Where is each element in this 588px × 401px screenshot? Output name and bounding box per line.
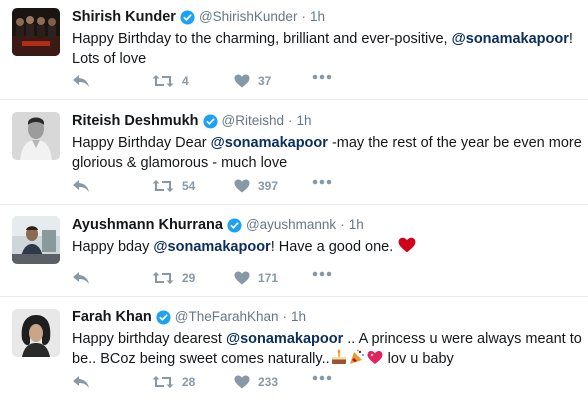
reply-button[interactable] (72, 375, 90, 389)
like-button[interactable]: 397 (234, 179, 278, 193)
mention-link[interactable]: @sonamakapoor (211, 135, 328, 151)
more-button[interactable] (312, 271, 332, 277)
like-count: 397 (258, 179, 279, 193)
like-button[interactable]: 37 (234, 74, 271, 88)
more-icon (312, 375, 332, 381)
tweet-text-segment: Happy birthday dearest (72, 331, 226, 347)
retweet-icon (152, 376, 174, 388)
like-count: 37 (258, 74, 272, 88)
timestamp[interactable]: 1h (310, 8, 325, 26)
display-name[interactable]: Ayushmann Khurrana (72, 216, 223, 234)
cake-emoji-icon (331, 349, 347, 371)
timestamp[interactable]: 1h (296, 112, 311, 130)
tweet-text: Happy Birthday Dear @sonamakapoor -may t… (72, 133, 582, 173)
display-name[interactable]: Farah Khan (72, 308, 152, 326)
reply-icon (73, 180, 89, 192)
like-button[interactable]: 233 (234, 375, 278, 389)
retweet-icon (152, 180, 174, 192)
timestamp[interactable]: 1h (349, 216, 364, 234)
retweet-button[interactable]: 4 (152, 74, 189, 88)
heart-icon (234, 179, 250, 193)
tweet-feed: Shirish Kunder @ShirishKunder · 1h Happy… (0, 0, 588, 401)
user-handle[interactable]: @ayushmannk (246, 216, 336, 234)
timestamp[interactable]: 1h (291, 308, 306, 326)
retweet-icon (152, 272, 174, 284)
reply-button[interactable] (72, 179, 90, 193)
retweet-count: 29 (182, 271, 196, 285)
separator-dot: · (340, 217, 345, 232)
retweet-button[interactable]: 54 (152, 179, 195, 193)
display-name[interactable]: Riteish Deshmukh (72, 112, 199, 130)
tweet-text: Happy bday @sonamakapoor! Have a good on… (72, 237, 574, 259)
tweet-text: Happy Birthday to the charming, brillian… (72, 29, 574, 69)
tweet-text-segment: Happy Birthday to the charming, brillian… (72, 31, 452, 47)
user-handle[interactable]: @ShirishKunder (199, 8, 298, 26)
retweet-icon (152, 75, 174, 87)
tweet-text-line: Lots of love (72, 51, 147, 67)
tweet[interactable]: Shirish Kunder @ShirishKunder · 1h Happy… (0, 0, 588, 100)
more-icon (312, 179, 332, 185)
avatar[interactable] (12, 216, 60, 264)
reply-icon (73, 272, 89, 284)
tweet-text-line: Happy Birthday Dear @sonamakapoor -may t… (72, 133, 582, 153)
separator-dot: · (301, 9, 306, 24)
reply-button[interactable] (72, 74, 90, 88)
retweet-count: 4 (182, 74, 189, 88)
verified-badge-icon (202, 113, 218, 129)
reply-icon (73, 75, 89, 87)
separator-dot: · (287, 113, 293, 128)
heart-emoji-icon (398, 237, 416, 259)
more-button[interactable] (312, 179, 332, 185)
sparkling-heart-emoji-icon (367, 350, 383, 371)
heart-icon (234, 271, 250, 285)
retweet-button[interactable]: 28 (152, 375, 195, 389)
avatar[interactable] (12, 309, 60, 357)
retweet-button[interactable]: 29 (152, 271, 195, 285)
display-name[interactable]: Shirish Kunder (72, 8, 176, 26)
tweet-text-line: Happy birthday dearest @sonamakapoor .. … (72, 329, 582, 349)
tweet[interactable]: Riteish Deshmukh @Riteishd · 1h Happy Bi… (0, 100, 588, 205)
party-popper-emoji-icon (349, 349, 365, 371)
tweet-text: Happy birthday dearest @sonamakapoor .. … (72, 329, 582, 371)
like-count: 233 (258, 375, 279, 389)
verified-badge-icon (180, 9, 195, 25)
more-icon (312, 271, 332, 277)
like-count: 171 (258, 271, 279, 285)
more-icon (312, 74, 332, 80)
heart-icon (234, 375, 250, 389)
tweet[interactable]: Farah Khan @TheFarahKhan · 1h Happy birt… (0, 297, 588, 401)
retweet-count: 54 (182, 179, 196, 193)
retweet-count: 28 (182, 375, 196, 389)
like-button[interactable]: 171 (234, 271, 278, 285)
tweet-text-segment: Happy Birthday Dear (72, 135, 211, 151)
tweet-text-segment: .. A princess u were always meant to (343, 331, 582, 347)
tweet-text-segment: be.. BCoz being sweet comes naturally.. (72, 351, 330, 367)
reply-icon (73, 376, 89, 388)
user-handle[interactable]: @TheFarahKhan (175, 308, 279, 326)
mention-link[interactable]: @sonamakapoor (153, 239, 270, 255)
more-button[interactable] (312, 375, 332, 381)
separator-dot: · (282, 309, 288, 324)
tweet-text-segment: lov u baby (383, 351, 454, 367)
mention-link[interactable]: @sonamakapoor (226, 331, 343, 347)
tweet-text-line: Happy Birthday to the charming, brillian… (72, 29, 574, 49)
verified-badge-icon (227, 217, 242, 233)
heart-icon (234, 74, 250, 88)
verified-badge-icon (156, 309, 171, 325)
avatar[interactable] (12, 112, 60, 160)
tweet-text-segment: ! (568, 31, 573, 47)
reply-button[interactable] (72, 271, 90, 285)
tweet-text-segment: ! Have a good one. (270, 239, 398, 255)
tweet-text-line: be.. BCoz being sweet comes naturally.. … (72, 349, 574, 371)
tweet[interactable]: Ayushmann Khurrana @ayushmannk · 1h Happ… (0, 205, 588, 297)
avatar[interactable] (12, 8, 60, 56)
tweet-text-line: Happy bday @sonamakapoor! Have a good on… (72, 237, 574, 259)
mention-link[interactable]: @sonamakapoor (452, 31, 569, 47)
more-button[interactable] (312, 74, 332, 80)
tweet-text-segment: -may the rest of the year be even more (327, 135, 582, 151)
user-handle[interactable]: @Riteishd (222, 112, 284, 130)
tweet-text-line: glorious & glamorous - much love (72, 155, 288, 171)
tweet-text-segment: Happy bday (72, 239, 154, 255)
